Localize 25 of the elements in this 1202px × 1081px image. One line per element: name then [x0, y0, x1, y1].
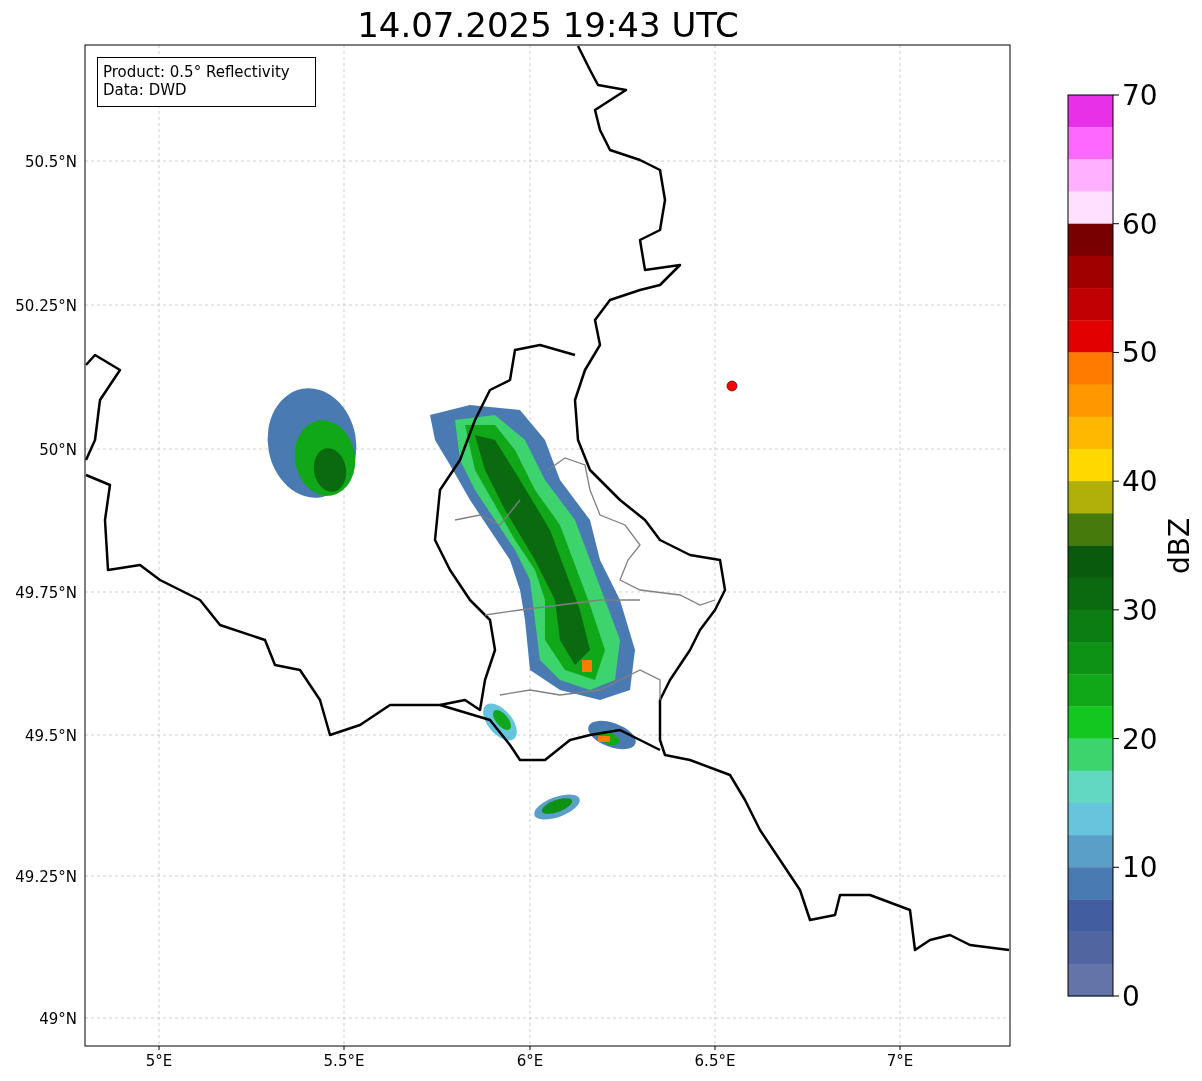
- colorbar-tick-label: 40: [1122, 465, 1158, 499]
- axis-tick-label: 6.5°E: [694, 1052, 736, 1070]
- colorbar-tick-label: 30: [1122, 593, 1158, 627]
- axis-tick-label: 49.25°N: [15, 868, 77, 886]
- axis-tick-label: 50°N: [39, 441, 77, 459]
- axis-tick-label: 6°E: [516, 1052, 544, 1070]
- colorbar-tick-label: 0: [1122, 980, 1140, 1013]
- colorbar-label: dBZ: [1163, 517, 1196, 575]
- axis-tick-label: 5°E: [145, 1052, 173, 1070]
- axis-tick-label: 49°N: [39, 1010, 77, 1028]
- axis-tick-label: 49.5°N: [24, 727, 77, 745]
- colorbar-tick-label: 10: [1122, 851, 1158, 885]
- colorbar-tick-label: 60: [1122, 207, 1158, 241]
- axis-tick-label: 50.25°N: [15, 297, 77, 315]
- colorbar-tick-label: 20: [1122, 722, 1158, 756]
- axis-tick-label: 49.75°N: [15, 584, 77, 602]
- figure-title: 14.07.2025 19:43 UTC: [357, 5, 739, 45]
- axis-tick-label: 50.5°N: [24, 153, 77, 171]
- colorbar-tick-label: 50: [1122, 336, 1158, 370]
- colorbar-tick-label: 70: [1122, 79, 1158, 112]
- point-marker: [726, 380, 738, 392]
- legend-text: Data: DWD: [103, 81, 187, 99]
- axis-tick-label: 7°E: [886, 1052, 914, 1070]
- axis-tick-label: 5.5°E: [323, 1052, 365, 1070]
- legend-text: Product: 0.5° Reflectivity: [103, 63, 290, 81]
